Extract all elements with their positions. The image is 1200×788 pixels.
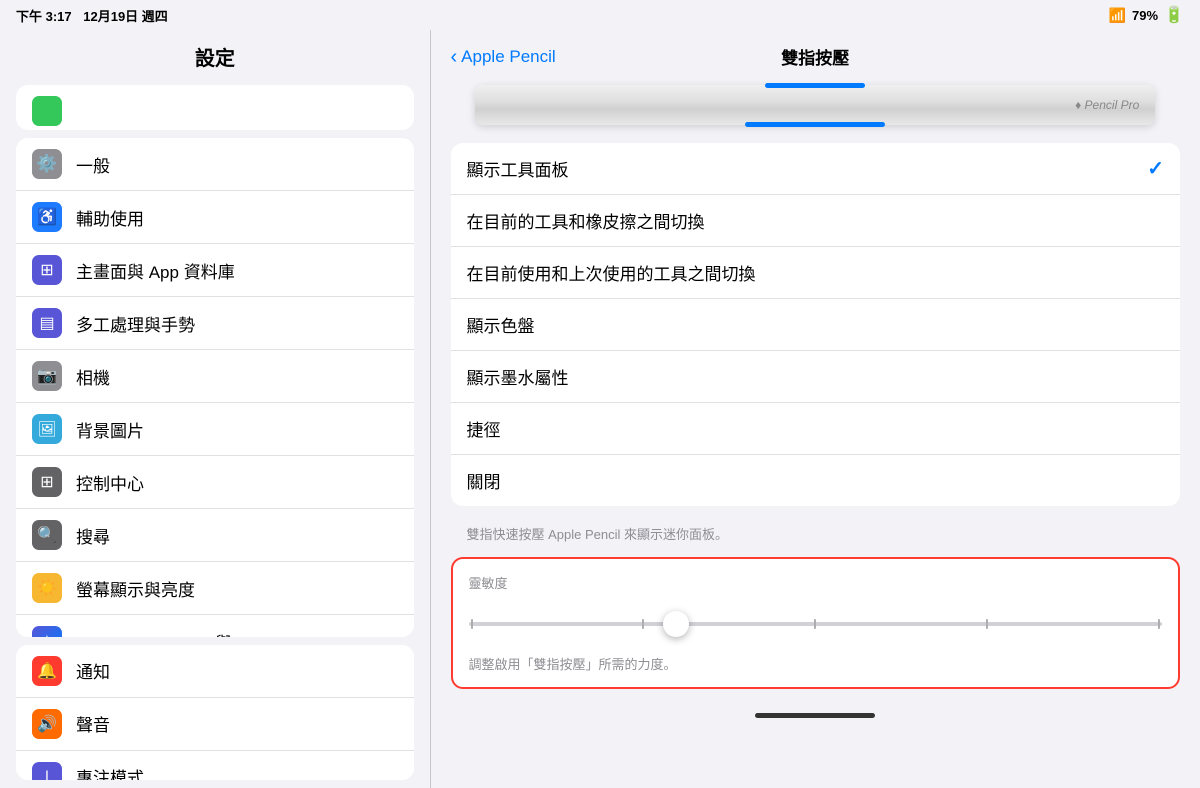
main-layout: 設定 ⚙️ 一般 ♿ 輔助使用 ⊞ 主畫面與 App 資料庫 ▤ [0,30,1200,788]
search-icon: 🔍 [32,520,62,550]
sidebar-item-focus[interactable]: ⏽ 專注模式 [16,751,414,780]
general-label: 一般 [76,152,110,177]
settings-item-switch-last[interactable]: 在目前使用和上次使用的工具之間切換 [451,247,1181,299]
siri-icon: ✦ [32,626,62,636]
notification-label: 通知 [76,658,110,683]
sound-icon: 🔊 [32,709,62,739]
accessibility-label: 輔助使用 [76,205,144,230]
focus-label: 專注模式 [76,764,144,780]
sidebar-item-camera[interactable]: 📷 相機 [16,350,414,403]
control-label: 控制中心 [76,470,144,495]
partial-icon [32,96,62,126]
sidebar-item-wallpaper[interactable]: 🖼 背景圖片 [16,403,414,456]
settings-item-show-ink[interactable]: 顯示墨水屬性 [451,351,1181,403]
status-icons: 📶 79% 🔋 [1109,5,1184,25]
sidebar-list-2: 🔔 通知 🔊 聲音 ⏽ 專注模式 [16,645,414,780]
right-panel: ‹ Apple Pencil 雙指按壓 ♦ Pencil Pro 顯示工具面板 … [431,30,1200,788]
back-label: Apple Pencil [461,47,556,67]
right-panel-title: 雙指按壓 [781,44,849,69]
show-ink-label: 顯示墨水屬性 [467,364,569,389]
sidebar-partial-item[interactable] [16,85,414,130]
notification-icon: 🔔 [32,656,62,686]
settings-item-shortcut[interactable]: 捷徑 [451,403,1181,455]
wifi-icon: 📶 [1109,7,1126,24]
sidebar-item-homescreen[interactable]: ⊞ 主畫面與 App 資料庫 [16,244,414,297]
status-bar: 下午 3:17 12月19日 週四 📶 79% 🔋 [0,0,1200,30]
back-chevron-icon: ‹ [451,47,458,67]
back-button[interactable]: ‹ Apple Pencil [451,47,556,67]
multitask-label: 多工處理與手勢 [76,311,195,336]
sidebar-item-control[interactable]: ⊞ 控制中心 [16,456,414,509]
status-time-date: 下午 3:17 12月19日 週四 [16,6,168,25]
home-indicator-bar [755,713,875,718]
display-label: 螢幕顯示與亮度 [76,576,195,601]
multitask-icon: ▤ [32,308,62,338]
search-label: 搜尋 [76,523,110,548]
sidebar: 設定 ⚙️ 一般 ♿ 輔助使用 ⊞ 主畫面與 App 資料庫 ▤ [0,30,430,788]
siri-label: Apple Intelligence 與 Siri [76,629,261,637]
tick-2 [642,619,644,629]
settings-list: 顯示工具面板 ✓ 在目前的工具和橡皮擦之間切換 在目前使用和上次使用的工具之間切… [451,143,1181,506]
tick-4 [986,619,988,629]
tick-5 [1158,619,1160,629]
battery-icon: 🔋 [1164,5,1184,25]
battery-text: 79% [1132,8,1158,23]
status-date: 12月19日 週四 [83,9,168,24]
sidebar-title: 設定 [0,30,430,81]
slider-thumb[interactable] [663,611,689,637]
status-time: 下午 3:17 [16,9,72,24]
sidebar-item-general[interactable]: ⚙️ 一般 [16,138,414,191]
sidebar-list: ⚙️ 一般 ♿ 輔助使用 ⊞ 主畫面與 App 資料庫 ▤ 多工處理與手勢 📷 … [16,138,414,636]
accessibility-icon: ♿ [32,202,62,232]
pencil-top-accent [765,83,865,88]
sidebar-item-display[interactable]: ☀️ 螢幕顯示與亮度 [16,562,414,615]
pencil-illustration: ♦ Pencil Pro [451,83,1181,127]
sensitivity-section: 靈敏度 調整啟用「雙指按壓」所需的力度。 [451,557,1181,689]
tick-3 [814,619,816,629]
wallpaper-icon: 🖼 [32,414,62,444]
sidebar-item-sound[interactable]: 🔊 聲音 [16,698,414,751]
focus-icon: ⏽ [32,762,62,780]
camera-icon: 📷 [32,361,62,391]
wallpaper-label: 背景圖片 [76,417,144,442]
description-text: 雙指快速按壓 Apple Pencil 來顯示迷你面板。 [451,518,1181,553]
bottom-indicator [431,705,1200,722]
sidebar-item-multitask[interactable]: ▤ 多工處理與手勢 [16,297,414,350]
sensitivity-description: 調整啟用「雙指按壓」所需的力度。 [469,654,1163,673]
pencil-bottom-accent [745,122,885,127]
display-icon: ☀️ [32,573,62,603]
camera-label: 相機 [76,364,110,389]
pencil-brand-text: ♦ Pencil Pro [1075,98,1139,112]
sensitivity-slider-container [469,604,1163,644]
off-label: 關閉 [467,468,501,493]
show-toolbar-label: 顯示工具面板 [467,156,569,181]
settings-item-show-toolbar[interactable]: 顯示工具面板 ✓ [451,143,1181,195]
switch-eraser-label: 在目前的工具和橡皮擦之間切換 [467,208,705,233]
homescreen-label: 主畫面與 App 資料庫 [76,258,235,283]
settings-item-show-color[interactable]: 顯示色盤 [451,299,1181,351]
switch-last-label: 在目前使用和上次使用的工具之間切換 [467,260,756,285]
sensitivity-label: 靈敏度 [469,573,1163,592]
right-header: ‹ Apple Pencil 雙指按壓 [431,30,1200,83]
show-color-label: 顯示色盤 [467,312,535,337]
tick-1 [471,619,473,629]
slider-track [469,622,1163,626]
sound-label: 聲音 [76,711,110,736]
sidebar-item-accessibility[interactable]: ♿ 輔助使用 [16,191,414,244]
sidebar-item-search[interactable]: 🔍 搜尋 [16,509,414,562]
sidebar-top-partial [16,85,414,130]
shortcut-label: 捷徑 [467,416,501,441]
pencil-body: ♦ Pencil Pro [475,85,1155,125]
homescreen-icon: ⊞ [32,255,62,285]
checkmark-icon: ✓ [1147,156,1164,181]
settings-item-switch-eraser[interactable]: 在目前的工具和橡皮擦之間切換 [451,195,1181,247]
settings-item-off[interactable]: 關閉 [451,455,1181,506]
sidebar-item-siri[interactable]: ✦ Apple Intelligence 與 Siri [16,615,414,636]
sidebar-item-notification[interactable]: 🔔 通知 [16,645,414,698]
control-icon: ⊞ [32,467,62,497]
general-icon: ⚙️ [32,149,62,179]
